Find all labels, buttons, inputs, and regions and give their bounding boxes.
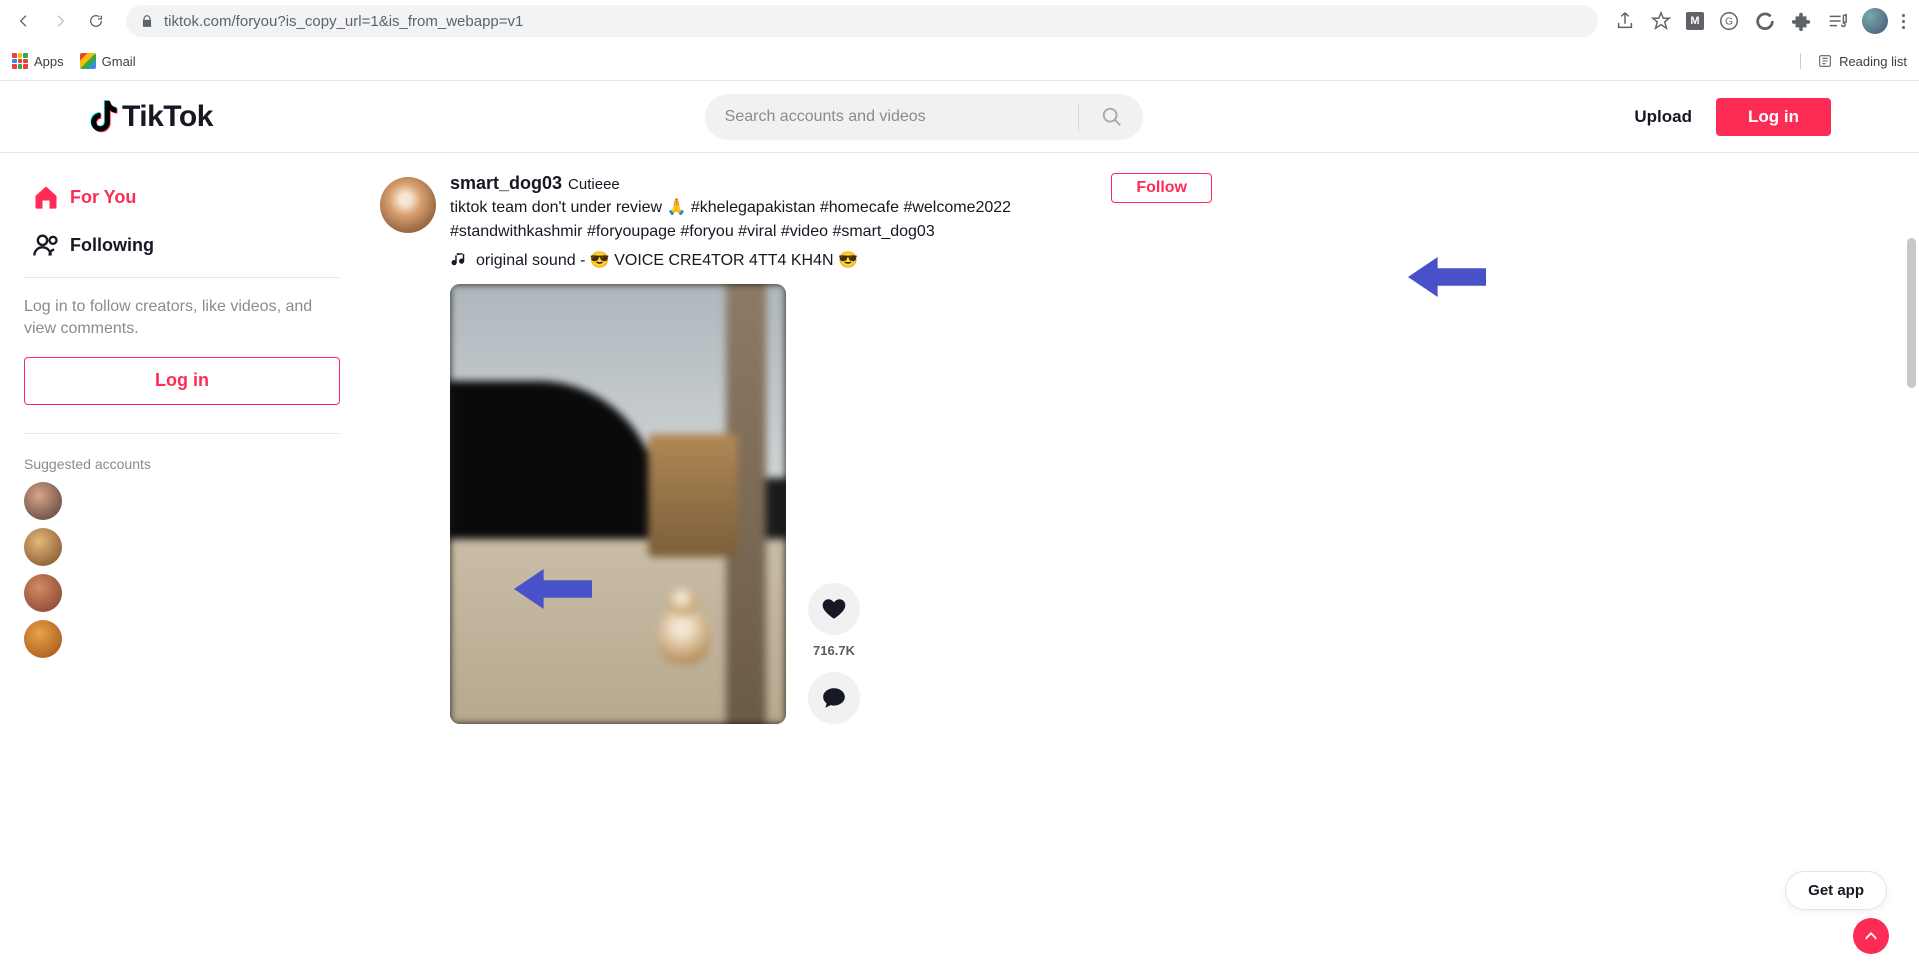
- sidebar-divider: [24, 277, 340, 278]
- browser-actions: M G: [1614, 8, 1909, 34]
- extensions-puzzle-icon[interactable]: [1790, 10, 1812, 32]
- browser-menu-icon[interactable]: [1902, 14, 1905, 29]
- main-feed: smart_dog03 Cutieee tiktok team don't un…: [356, 153, 1236, 724]
- reading-list-icon: [1817, 53, 1833, 69]
- sidebar-for-you-label: For You: [70, 187, 136, 208]
- suggested-account-avatar[interactable]: [24, 574, 62, 612]
- like-count: 716.7K: [813, 643, 855, 658]
- video-row: 716.7K: [450, 284, 1212, 724]
- search-icon: [1101, 106, 1123, 128]
- search-input[interactable]: [725, 108, 1074, 126]
- page-scrollbar[interactable]: [1904, 156, 1919, 968]
- page-body: For You Following Log in to follow creat…: [0, 153, 1919, 724]
- feed-item: smart_dog03 Cutieee tiktok team don't un…: [380, 173, 1212, 724]
- bookmark-apps[interactable]: Apps: [12, 53, 64, 69]
- video-player[interactable]: [450, 284, 786, 724]
- reading-list-label: Reading list: [1839, 54, 1907, 69]
- heart-icon: [821, 596, 847, 622]
- extension-g-icon[interactable]: G: [1718, 10, 1740, 32]
- sidebar-login-prompt: Log in to follow creators, like videos, …: [24, 286, 340, 357]
- sidebar-login-button[interactable]: Log in: [24, 357, 340, 405]
- following-icon: [32, 231, 60, 259]
- browser-url-text: tiktok.com/foryou?is_copy_url=1&is_from_…: [164, 13, 523, 30]
- music-note-icon: [450, 251, 468, 269]
- sidebar-following-label: Following: [70, 235, 154, 256]
- gmail-icon: [80, 53, 96, 69]
- feed-content: smart_dog03 Cutieee tiktok team don't un…: [450, 173, 1212, 724]
- author-line: smart_dog03 Cutieee: [450, 173, 1090, 194]
- sidebar-following[interactable]: Following: [24, 221, 340, 269]
- bookmark-gmail-label: Gmail: [102, 54, 136, 69]
- extension-m-icon[interactable]: M: [1686, 12, 1704, 30]
- suggested-accounts-heading: Suggested accounts: [24, 456, 340, 472]
- tiktok-logo[interactable]: TikTok: [88, 100, 213, 134]
- annotation-arrow: [1408, 257, 1486, 297]
- scroll-to-top-button[interactable]: [1853, 918, 1889, 954]
- upload-link[interactable]: Upload: [1634, 107, 1692, 127]
- search-separator: [1078, 103, 1079, 131]
- author-nickname: Cutieee: [568, 176, 620, 193]
- get-app-button[interactable]: Get app: [1785, 871, 1887, 910]
- chevron-up-icon: [1863, 928, 1879, 944]
- browser-address-bar[interactable]: tiktok.com/foryou?is_copy_url=1&is_from_…: [126, 5, 1598, 37]
- sidebar-for-you[interactable]: For You: [24, 173, 340, 221]
- comment-icon: [821, 685, 847, 711]
- svg-text:G: G: [1725, 17, 1733, 28]
- sidebar-divider: [24, 433, 340, 434]
- header-login-button[interactable]: Log in: [1716, 98, 1831, 136]
- star-icon[interactable]: [1650, 10, 1672, 32]
- browser-back-button[interactable]: [10, 7, 38, 35]
- suggested-account-avatar[interactable]: [24, 620, 62, 658]
- follow-button[interactable]: Follow: [1111, 173, 1212, 203]
- suggested-account-avatar[interactable]: [24, 528, 62, 566]
- like-button[interactable]: [808, 583, 860, 635]
- comment-button[interactable]: [808, 672, 860, 724]
- omnibar-row: tiktok.com/foryou?is_copy_url=1&is_from_…: [0, 0, 1919, 42]
- bookmark-apps-label: Apps: [34, 54, 64, 69]
- browser-reload-button[interactable]: [82, 7, 110, 35]
- suggested-account-avatar[interactable]: [24, 482, 62, 520]
- author-avatar[interactable]: [380, 177, 436, 233]
- video-caption: tiktok team don't under review 🙏 #kheleg…: [450, 196, 1090, 244]
- reading-list-button[interactable]: Reading list: [1800, 53, 1907, 69]
- search-button[interactable]: [1089, 94, 1135, 140]
- tiktok-header: TikTok Upload Log in: [0, 81, 1919, 153]
- video-actions: 716.7K: [808, 583, 860, 724]
- browser-chrome: tiktok.com/foryou?is_copy_url=1&is_from_…: [0, 0, 1919, 81]
- lock-icon: [140, 14, 154, 28]
- author-username[interactable]: smart_dog03: [450, 173, 562, 194]
- browser-profile-avatar[interactable]: [1862, 8, 1888, 34]
- sound-name: original sound - 😎 VOICE CRE4TOR 4TT4 KH…: [476, 250, 858, 270]
- bookmarks-bar: Apps Gmail Reading list: [0, 42, 1919, 80]
- tiktok-logo-text: TikTok: [122, 100, 213, 134]
- share-icon[interactable]: [1614, 10, 1636, 32]
- header-actions: Upload Log in: [1634, 98, 1831, 136]
- home-icon: [32, 183, 60, 211]
- sound-line[interactable]: original sound - 😎 VOICE CRE4TOR 4TT4 KH…: [450, 250, 1090, 270]
- video-thumbnail: [450, 284, 786, 724]
- bookmark-gmail[interactable]: Gmail: [80, 53, 136, 69]
- tiktok-logo-icon: [88, 100, 118, 134]
- media-control-icon[interactable]: [1826, 10, 1848, 32]
- extension-c-icon[interactable]: [1754, 10, 1776, 32]
- apps-grid-icon: [12, 53, 28, 69]
- browser-forward-button[interactable]: [46, 7, 74, 35]
- sidebar: For You Following Log in to follow creat…: [0, 153, 356, 724]
- feed-header-row: smart_dog03 Cutieee tiktok team don't un…: [450, 173, 1212, 270]
- search-bar: [705, 94, 1143, 140]
